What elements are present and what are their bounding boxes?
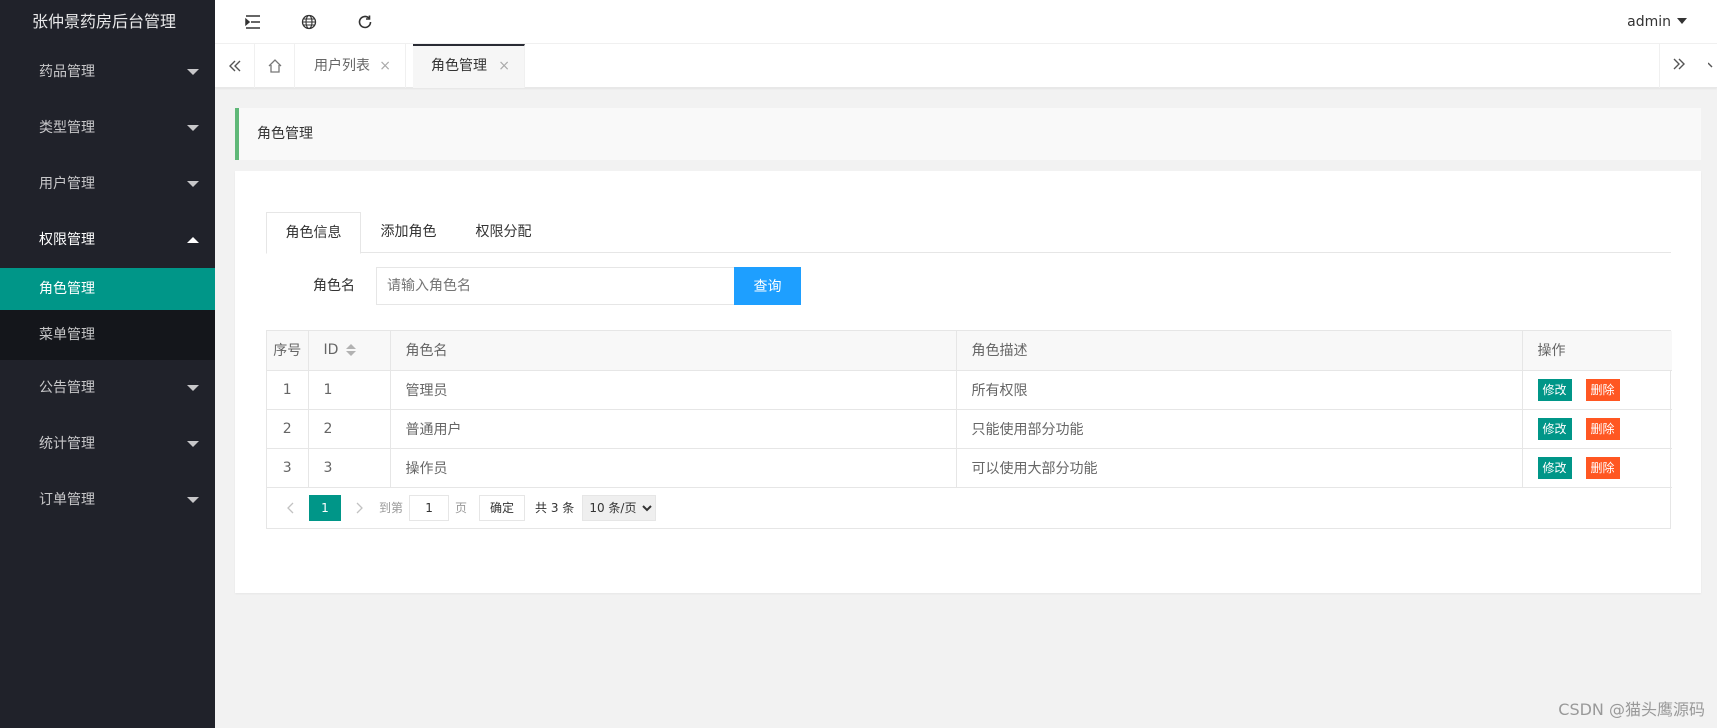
sidebar-item-roles[interactable]: 角色管理 — [0, 268, 215, 310]
app-logo-title[interactable]: 张仲景药房后台管理 — [0, 0, 215, 44]
tabs-scroll-right-icon[interactable] — [1672, 57, 1686, 75]
goto-suffix: 页 — [455, 501, 468, 515]
tab-label: 角色管理 — [431, 58, 487, 74]
goto-confirm-button[interactable]: 确定 — [479, 494, 526, 521]
sidebar-item-label: 公告管理 — [39, 380, 95, 396]
cell-index: 3 — [267, 448, 309, 488]
sidebar-item-types[interactable]: 类型管理 — [0, 100, 215, 156]
user-name: admin — [1627, 14, 1671, 30]
caret-down-icon — [187, 497, 199, 503]
col-header-id[interactable]: ID — [308, 331, 391, 371]
sidebar: 张仲景药房后台管理 药品管理 类型管理 用户管理 权限管理 角色管理 菜单管理 … — [0, 0, 215, 728]
goto-page-input[interactable] — [409, 494, 450, 521]
goto-prefix: 到第 — [379, 501, 404, 515]
watermark: CSDN @猫头鹰源码 — [1558, 700, 1705, 719]
sidebar-item-menus[interactable]: 菜单管理 — [0, 310, 215, 360]
delete-button[interactable]: 删除 — [1585, 378, 1620, 401]
sidebar-item-statistics[interactable]: 统计管理 — [0, 416, 215, 472]
page-tabs-bar: 用户列表 × 角色管理 × — [215, 44, 1717, 88]
cell-desc: 所有权限 — [956, 370, 1523, 410]
sidebar-item-label: 用户管理 — [39, 176, 95, 192]
sidebar-item-orders[interactable]: 订单管理 — [0, 472, 215, 528]
col-header-name: 角色名 — [390, 331, 957, 371]
table-header-row: 序号 ID 角色名 角色描述 操作 — [267, 331, 1672, 371]
tab-role-info[interactable]: 角色信息 — [266, 212, 361, 254]
cell-ops: 修改 删除 — [1522, 448, 1672, 488]
delete-button[interactable]: 删除 — [1585, 456, 1620, 479]
role-name-search-input[interactable] — [376, 267, 736, 305]
tab-label: 用户列表 — [314, 58, 370, 74]
home-tab-icon[interactable] — [255, 44, 295, 88]
sort-icon[interactable] — [346, 344, 357, 357]
edit-button[interactable]: 修改 — [1537, 417, 1572, 440]
cell-id: 3 — [308, 448, 391, 488]
caret-down-icon — [1677, 18, 1687, 24]
caret-up-icon — [187, 237, 199, 243]
cell-name: 管理员 — [390, 370, 957, 410]
caret-down-icon — [187, 441, 199, 447]
sidebar-item-label: 订单管理 — [39, 492, 95, 508]
tab-permission-assign[interactable]: 权限分配 — [456, 212, 551, 253]
cell-name: 普通用户 — [390, 409, 957, 449]
sidebar-item-label: 类型管理 — [39, 120, 95, 136]
col-header-index: 序号 — [267, 331, 309, 371]
edit-button[interactable]: 修改 — [1537, 456, 1572, 479]
page-size-select[interactable]: 10 条/页 — [582, 494, 657, 521]
cell-name: 操作员 — [390, 448, 957, 488]
tab-role-management[interactable]: 角色管理 × — [413, 44, 525, 88]
tabs-right-controls — [1659, 44, 1717, 88]
tab-user-list[interactable]: 用户列表 × — [296, 44, 406, 88]
caret-down-icon — [187, 181, 199, 187]
page-title: 角色管理 — [235, 108, 1701, 160]
cell-desc: 只能使用部分功能 — [956, 409, 1523, 449]
cell-ops: 修改 删除 — [1522, 409, 1672, 449]
caret-down-icon — [187, 385, 199, 391]
user-menu[interactable]: admin — [1627, 0, 1687, 44]
sidebar-item-label: 药品管理 — [39, 64, 95, 80]
delete-button[interactable]: 删除 — [1585, 417, 1620, 440]
table-row: 1 1 管理员 所有权限 修改 删除 — [267, 370, 1672, 410]
cell-index: 1 — [267, 370, 309, 410]
current-page[interactable]: 1 — [309, 494, 341, 521]
col-header-desc: 角色描述 — [956, 331, 1523, 371]
main-card: 角色信息 添加角色 权限分配 角色名 查询 序号 ID 角色名 角色描述 操作 … — [235, 171, 1701, 593]
refresh-icon[interactable] — [355, 12, 375, 32]
col-header-ops: 操作 — [1522, 331, 1672, 371]
pagination: 1 到第 页 确定 共 3 条 10 条/页 — [267, 488, 1670, 528]
next-page-icon[interactable] — [345, 495, 373, 521]
sidebar-item-users[interactable]: 用户管理 — [0, 156, 215, 212]
menu-fold-icon[interactable] — [243, 12, 263, 32]
close-icon[interactable]: × — [379, 44, 391, 88]
prev-page-icon[interactable] — [277, 495, 305, 521]
cell-desc: 可以使用大部分功能 — [956, 448, 1523, 488]
content-tabs: 角色信息 添加角色 权限分配 — [266, 212, 1671, 254]
sidebar-submenu-permissions: 角色管理 菜单管理 — [0, 268, 215, 360]
edit-button[interactable]: 修改 — [1537, 378, 1572, 401]
sidebar-item-drugs[interactable]: 药品管理 — [0, 44, 215, 100]
tab-add-role[interactable]: 添加角色 — [361, 212, 456, 253]
search-button[interactable]: 查询 — [734, 267, 801, 305]
roles-table: 序号 ID 角色名 角色描述 操作 1 1 管理员 所有权限 修改删除 2 2 — [266, 330, 1672, 529]
close-icon[interactable]: × — [498, 46, 510, 86]
cell-ops: 修改 删除 — [1522, 370, 1672, 410]
caret-down-icon — [187, 69, 199, 75]
chevron-down-icon[interactable] — [1707, 58, 1716, 74]
search-label: 角色名 — [313, 278, 355, 294]
globe-icon[interactable] — [299, 12, 319, 32]
table-row: 3 3 操作员 可以使用大部分功能 修改 删除 — [267, 448, 1672, 488]
sidebar-item-permissions[interactable]: 权限管理 — [0, 212, 215, 268]
cell-id: 1 — [308, 370, 391, 410]
sidebar-item-notices[interactable]: 公告管理 — [0, 360, 215, 416]
tabs-scroll-left-icon[interactable] — [215, 44, 255, 88]
cell-id: 2 — [308, 409, 391, 449]
top-header: admin — [215, 0, 1717, 44]
caret-down-icon — [187, 125, 199, 131]
sidebar-item-label: 统计管理 — [39, 436, 95, 452]
col-header-id-label: ID — [323, 342, 339, 359]
total-count: 共 3 条 — [535, 501, 575, 515]
cell-index: 2 — [267, 409, 309, 449]
table-row: 2 2 普通用户 只能使用部分功能 修改 删除 — [267, 409, 1672, 449]
sidebar-item-label: 权限管理 — [39, 232, 95, 248]
